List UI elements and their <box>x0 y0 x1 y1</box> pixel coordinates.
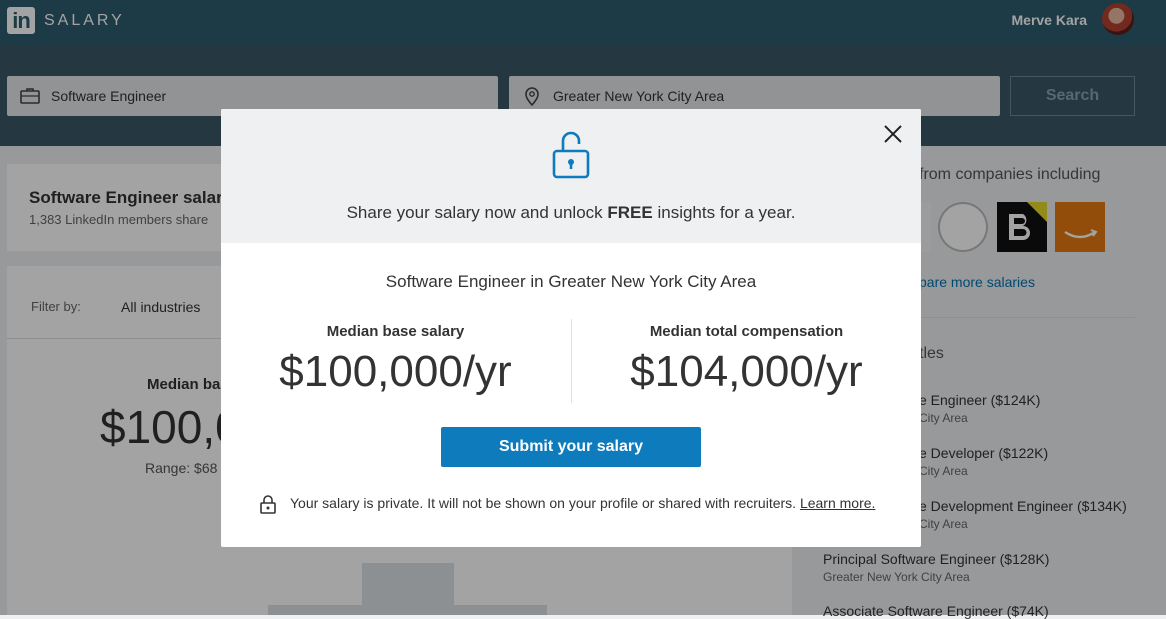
submit-salary-button[interactable]: Submit your salary <box>441 427 701 467</box>
job-context: Software Engineer in Greater New York Ci… <box>385 272 757 291</box>
free-highlight: FREE <box>607 203 653 222</box>
unlock-icon <box>552 131 590 179</box>
lock-icon <box>260 495 276 514</box>
learn-more-link[interactable]: Learn more. <box>800 495 875 511</box>
median-total-comp-value: $104,000/yr <box>630 347 863 396</box>
share-salary-modal: Share your salary now and unlock FREE in… <box>221 109 921 547</box>
median-base-salary-label: Median base salary <box>326 323 465 340</box>
median-total-comp-label: Median total compensation <box>649 323 844 340</box>
median-base-salary-value: $100,000/yr <box>279 347 512 396</box>
unlock-promo-text: Share your salary now and unlock FREE in… <box>346 203 796 222</box>
close-icon[interactable] <box>882 123 904 145</box>
privacy-notice: Your salary is private. It will not be s… <box>290 495 876 511</box>
